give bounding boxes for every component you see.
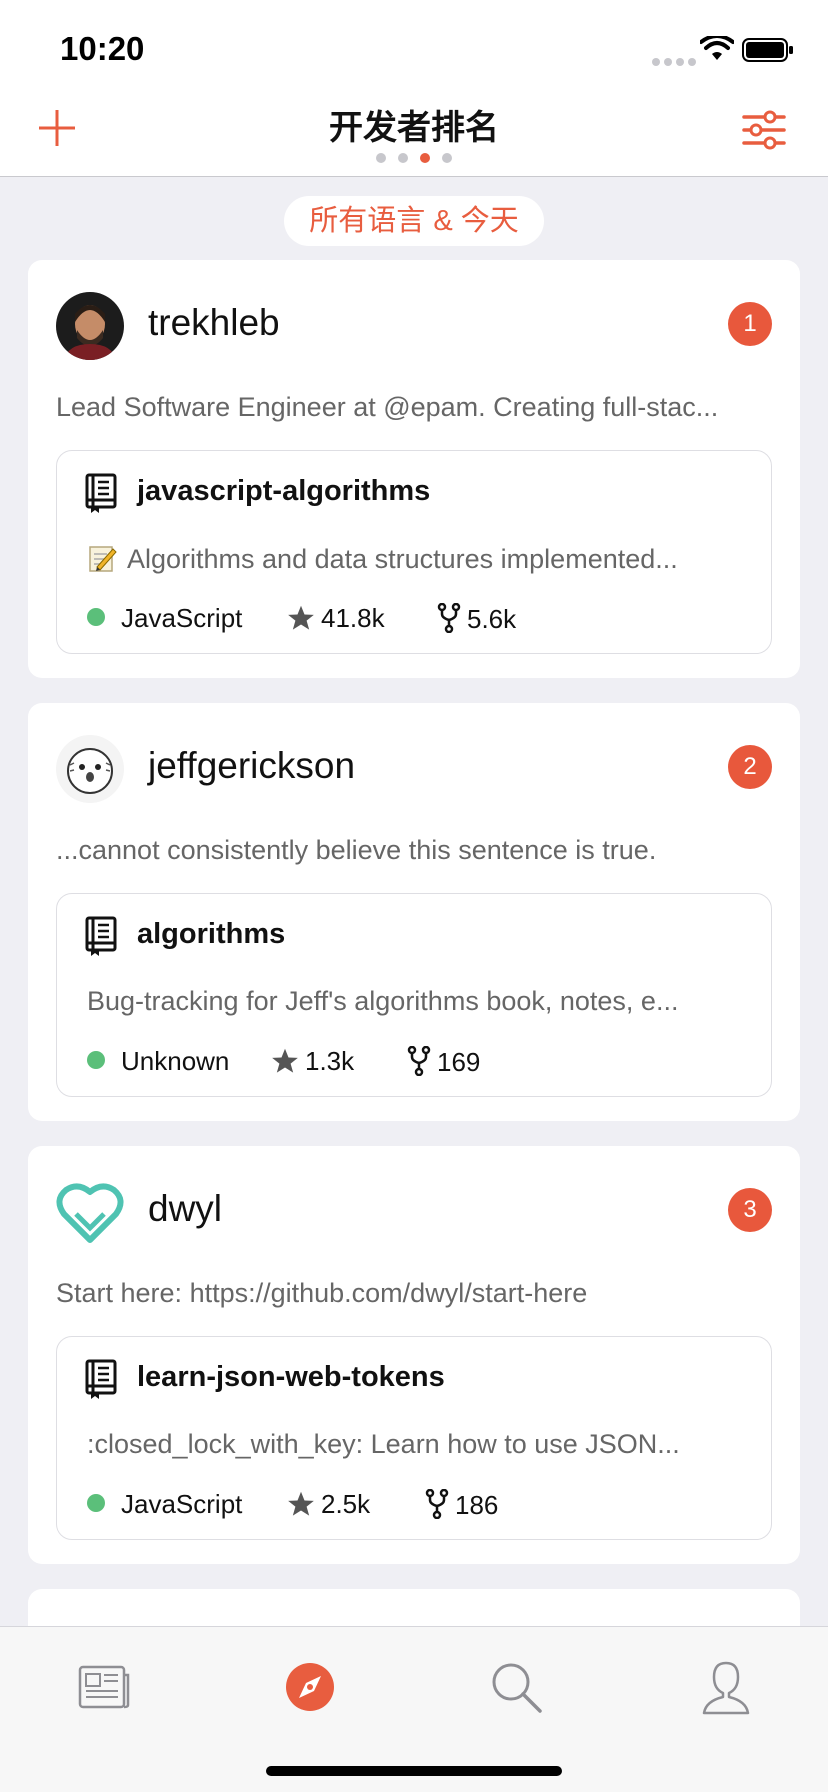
fork-icon	[425, 1489, 449, 1519]
news-icon[interactable]	[74, 1657, 134, 1717]
repo-language: Unknown	[87, 1046, 229, 1077]
repo-forks: 169	[407, 1046, 480, 1078]
repo-stars: 2.5k	[287, 1489, 370, 1520]
filter-settings-button[interactable]	[742, 108, 786, 152]
profile-icon[interactable]	[696, 1657, 756, 1717]
avatar	[56, 735, 124, 803]
cellular-signal-icon	[652, 53, 700, 71]
rank-badge: 3	[728, 1188, 772, 1232]
repo-description: :closed_lock_with_key: Learn how to use …	[87, 1429, 680, 1459]
explore-compass-icon[interactable]	[280, 1657, 340, 1717]
language-label: Unknown	[121, 1046, 230, 1076]
repo-description: Algorithms and data structures implement…	[87, 543, 747, 575]
language-color-dot	[87, 1051, 105, 1069]
developer-card[interactable]: dwyl 3 Start here: https://github.com/dw…	[28, 1146, 800, 1564]
developer-username[interactable]: trekhleb	[148, 302, 280, 344]
fork-icon	[407, 1046, 431, 1076]
popular-repo[interactable]: javascript-algorithms Algorithms and dat…	[56, 450, 772, 654]
battery-icon	[742, 38, 793, 62]
developer-card[interactable]: jeffgerickson 2 ...cannot consistently b…	[28, 703, 800, 1121]
repo-book-icon	[85, 1359, 117, 1399]
stars-count: 1.3k	[305, 1046, 355, 1076]
repo-description-text: Algorithms and data structures implement…	[127, 544, 678, 574]
developer-username[interactable]: jeffgerickson	[148, 745, 355, 787]
page-dot	[376, 153, 386, 163]
language-color-dot	[87, 1494, 105, 1512]
repo-name: algorithms	[137, 918, 286, 950]
popular-repo[interactable]: learn-json-web-tokens :closed_lock_with_…	[56, 1336, 772, 1540]
developer-bio: Start here: https://github.com/dwyl/star…	[56, 1278, 588, 1308]
language-label: JavaScript	[121, 603, 243, 633]
page-title: 开发者排名	[329, 109, 499, 147]
repo-stars: 41.8k	[287, 603, 385, 634]
rank-badge: 2	[728, 745, 772, 789]
repo-forks: 186	[425, 1489, 498, 1521]
fork-icon	[437, 603, 461, 633]
forks-count: 5.6k	[467, 604, 517, 634]
avatar	[56, 292, 124, 360]
stars-count: 2.5k	[321, 1489, 371, 1519]
developer-bio: Lead Software Engineer at @epam. Creatin…	[56, 392, 719, 422]
repo-language: JavaScript	[87, 603, 242, 634]
developer-username[interactable]: dwyl	[148, 1188, 222, 1230]
wifi-icon	[700, 36, 734, 60]
repo-stars: 1.3k	[271, 1046, 354, 1077]
repo-forks: 5.6k	[437, 603, 516, 635]
popular-repo[interactable]: algorithms Bug-tracking for Jeff's algor…	[56, 893, 772, 1097]
repo-book-icon	[85, 473, 117, 513]
developer-bio: ...cannot consistently believe this sent…	[56, 835, 657, 865]
repo-name: learn-json-web-tokens	[137, 1361, 445, 1393]
memo-emoji-icon	[89, 546, 117, 572]
star-icon	[288, 1491, 314, 1516]
repo-book-icon	[85, 916, 117, 956]
star-icon	[272, 1048, 298, 1073]
navigation-bar: 开发者排名	[0, 88, 828, 177]
rank-badge: 1	[728, 302, 772, 346]
repo-language: JavaScript	[87, 1489, 242, 1520]
developer-card[interactable]: trekhleb 1 Lead Software Engineer at @ep…	[28, 260, 800, 678]
repo-description: Bug-tracking for Jeff's algorithms book,…	[87, 986, 679, 1016]
page-indicator[interactable]	[376, 150, 464, 168]
page-dot-active	[420, 153, 430, 163]
stars-count: 41.8k	[321, 603, 385, 633]
language-color-dot	[87, 608, 105, 626]
page-dot	[442, 153, 452, 163]
forks-count: 186	[455, 1490, 499, 1520]
language-time-filter[interactable]: 所有语言 & 今天	[284, 196, 544, 246]
home-indicator	[266, 1766, 562, 1776]
search-icon[interactable]	[486, 1657, 546, 1717]
page-dot	[398, 153, 408, 163]
status-bar: 10:20	[0, 0, 828, 88]
star-icon	[288, 605, 314, 630]
forks-count: 169	[437, 1047, 481, 1077]
avatar	[56, 1183, 124, 1243]
status-time: 10:20	[60, 30, 145, 67]
repo-name: javascript-algorithms	[137, 475, 431, 507]
language-label: JavaScript	[121, 1489, 243, 1519]
